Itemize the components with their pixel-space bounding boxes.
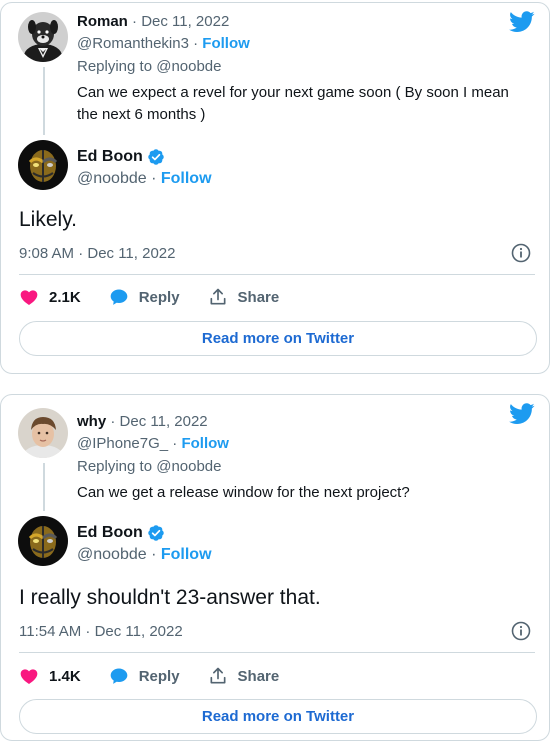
tweet-text: I really shouldn't 23-answer that. [19, 586, 321, 609]
reply-thread-line [43, 67, 45, 135]
reply-button[interactable]: Reply [109, 666, 180, 686]
like-button[interactable]: 1.4K [19, 666, 81, 686]
separator-dot: · [146, 170, 161, 187]
like-count: 1.4K [49, 667, 81, 685]
divider [19, 274, 535, 275]
reply-label: Reply [138, 667, 180, 685]
author-handle-row: @noobde · Follow [77, 546, 212, 564]
reply-author-name[interactable]: Roman [77, 13, 128, 30]
reply-author-row: why · Dec 11, 2022 [77, 413, 208, 430]
verified-badge-icon [148, 149, 164, 165]
reply-handle-row: @IPhone7G_ · Follow [77, 435, 229, 452]
follow-link[interactable]: Follow [181, 435, 229, 452]
author-handle[interactable]: @noobde [77, 546, 147, 563]
reply-author-row: Roman · Dec 11, 2022 [77, 13, 229, 30]
info-icon[interactable] [511, 621, 531, 641]
share-button[interactable]: Share [208, 666, 280, 686]
heart-icon [20, 290, 38, 305]
speech-bubble-icon [110, 668, 128, 684]
twitter-bird-icon[interactable] [509, 11, 535, 33]
reply-author-name[interactable]: why [77, 413, 106, 430]
like-count: 2.1K [49, 288, 81, 306]
author-name-row: Ed Boon [77, 148, 165, 166]
tweet-timestamp[interactable]: 11:54 AM · Dec 11, 2022 [19, 623, 183, 640]
author-avatar[interactable] [18, 516, 68, 566]
reply-author-handle[interactable]: @IPhone7G_ [77, 435, 168, 452]
share-upload-icon [210, 288, 226, 305]
reply-label: Reply [138, 288, 180, 306]
like-button[interactable]: 2.1K [19, 287, 81, 307]
author-handle[interactable]: @noobde [77, 170, 147, 187]
reply-date[interactable]: Dec 11, 2022 [141, 13, 229, 30]
reply-handle-row: @Romanthekin3 · Follow [77, 35, 250, 52]
author-name-row: Ed Boon [77, 524, 165, 542]
reply-button[interactable]: Reply [109, 287, 180, 307]
replying-to-label: Replying to @noobde [77, 458, 222, 475]
author-avatar[interactable] [18, 140, 68, 190]
read-more-button[interactable]: Read more on Twitter [19, 321, 537, 356]
share-label: Share [237, 667, 280, 685]
verified-badge-icon [148, 525, 164, 541]
author-name[interactable]: Ed Boon [77, 524, 143, 542]
read-more-button[interactable]: Read more on Twitter [19, 699, 537, 734]
share-button[interactable]: Share [208, 287, 280, 307]
follow-link[interactable]: Follow [161, 170, 212, 187]
separator-dot: · [146, 546, 161, 563]
tweet-actions: 2.1K Reply Share [19, 287, 307, 307]
replying-to-label: Replying to @noobde [77, 58, 222, 75]
avatar[interactable] [18, 12, 68, 62]
tweet-actions: 1.4K Reply Share [19, 666, 307, 686]
tweet-timestamp[interactable]: 9:08 AM · Dec 11, 2022 [19, 245, 175, 262]
tweet-text: Likely. [19, 208, 77, 231]
speech-bubble-icon [110, 289, 128, 305]
reply-tweet-text: Can we expect a revel for your next game… [77, 84, 509, 123]
twitter-bird-icon[interactable] [509, 403, 535, 425]
separator-dot: · [127, 13, 142, 30]
embedded-tweet-card: why · Dec 11, 2022 @IPhone7G_ · Follow R… [0, 394, 550, 741]
reply-author-handle[interactable]: @Romanthekin3 [77, 35, 189, 52]
follow-link[interactable]: Follow [202, 35, 250, 52]
reply-tweet-text: Can we get a release window for the next… [77, 484, 410, 501]
embedded-tweet-card: Roman · Dec 11, 2022 @Romanthekin3 · Fol… [0, 2, 550, 374]
author-name[interactable]: Ed Boon [77, 148, 143, 166]
separator-dot: · [168, 435, 182, 452]
avatar[interactable] [18, 408, 68, 458]
heart-icon [20, 669, 38, 684]
share-upload-icon [210, 667, 226, 684]
reply-date[interactable]: Dec 11, 2022 [120, 413, 208, 430]
separator-dot: · [188, 35, 203, 52]
divider [19, 652, 535, 653]
author-handle-row: @noobde · Follow [77, 170, 212, 188]
share-label: Share [237, 288, 280, 306]
follow-link[interactable]: Follow [161, 546, 212, 563]
separator-dot: · [106, 413, 120, 430]
info-icon[interactable] [511, 243, 531, 263]
reply-thread-line [43, 463, 45, 511]
